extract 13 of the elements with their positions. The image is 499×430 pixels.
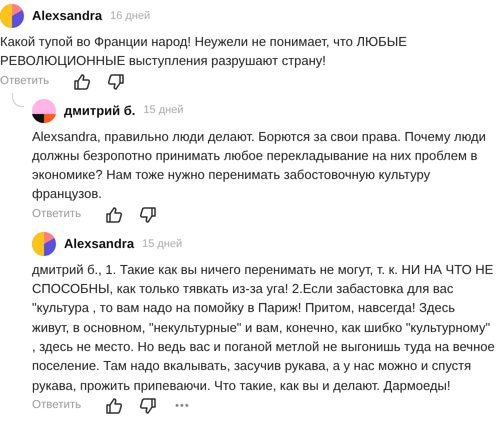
comment-text: дмитрий б., 1. Такие как вы ничего перенимать не могут, т. к. НИ НА ЧТО НЕ СПОСОБНЫ, как только тявкать из-за уга! 2.Если забастовка для вас "культура , то вам надо на помойку в Париж! Притом, навсегда! Здесь живут, в основном, "некультурные" и вам, конечно, как шибко "культурному" , здесь не место. Но ведь вас и поганой метлой не выгонишь туда на вечное поселение. Там надо вкалывать, засучив рукава, а у нас можно и спустя рукава, прожить припеваючи. Что такие, как вы и делают. Дармоеды! (32, 260, 495, 395)
more-button[interactable]: ••• (175, 398, 190, 414)
author-name[interactable]: дмитрий б. (64, 100, 136, 120)
comment-text: Alexsandra, правильно люди делают. Борются за свои права. Почему люди должны безропотно принимать любое перекладывание на них проблем в экономике? Нам тоже нужно перенимать забостовочную культуру французов. (32, 128, 487, 204)
timestamp: 16 дней (110, 8, 150, 24)
author-name[interactable]: Alexsandra (64, 234, 134, 254)
timestamp: 15 дней (143, 103, 184, 118)
reply-link[interactable]: Ответить (32, 206, 82, 224)
author-name[interactable]: Alexsandra (32, 6, 102, 26)
reply-link[interactable]: Ответить (32, 397, 82, 414)
timestamp: 15 дней (142, 236, 182, 252)
reply-link[interactable]: Ответить (0, 72, 50, 90)
comment-text: Какой тупой во Франции народ! Неужели не понимает, что ЛЮБЫЕ РЕВОЛЮЦИОННЫЕ выступления разрушают страну! (0, 33, 408, 70)
